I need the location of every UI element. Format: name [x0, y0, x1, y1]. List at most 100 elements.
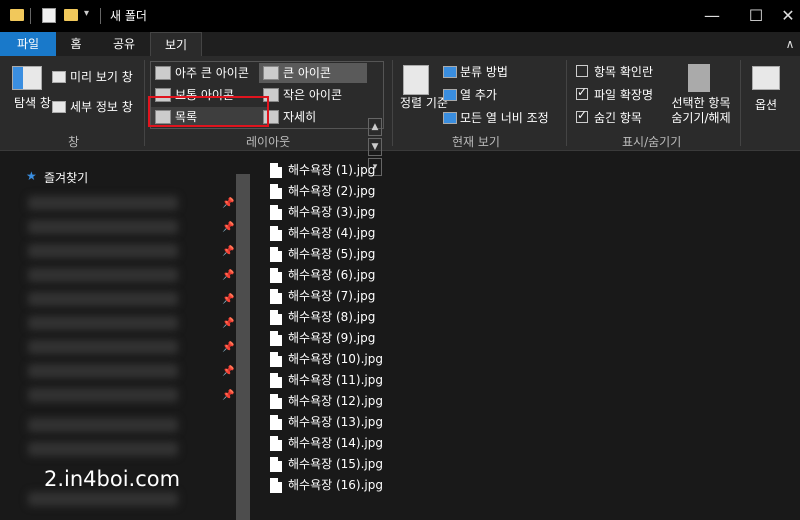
sort-by-button[interactable]: 정렬 기준	[400, 96, 448, 111]
tab-home[interactable]: 홈	[56, 32, 96, 56]
file-icon	[270, 226, 282, 241]
file-name: 해수욕장 (15).jpg	[288, 457, 383, 471]
list-item[interactable]: 해수욕장 (1).jpg	[270, 160, 375, 181]
list-item[interactable]	[28, 492, 178, 506]
list-item[interactable]: 해수욕장 (13).jpg	[270, 412, 383, 433]
list-item[interactable]	[28, 364, 178, 378]
size-columns-button[interactable]: 모든 열 너비 조정	[460, 109, 549, 126]
tab-view[interactable]: 보기	[150, 32, 202, 57]
layout-item-label: 아주 큰 아이콘	[175, 66, 249, 80]
list-item[interactable]: 해수욕장 (9).jpg	[270, 328, 375, 349]
list-item[interactable]	[28, 268, 178, 282]
list-item[interactable]	[28, 388, 178, 402]
minimize-button[interactable]: —	[700, 4, 724, 28]
file-name: 해수욕장 (10).jpg	[288, 352, 383, 366]
list-item[interactable]	[28, 442, 178, 456]
list-item[interactable]	[28, 196, 178, 210]
file-name: 해수욕장 (5).jpg	[288, 247, 376, 261]
file-extensions-checkbox[interactable]	[576, 85, 588, 100]
file-icon	[270, 205, 282, 220]
file-icon	[270, 163, 282, 178]
file-icon	[270, 268, 282, 283]
divider	[392, 60, 393, 146]
preview-pane-button[interactable]: 미리 보기 창	[70, 68, 133, 85]
add-columns-button[interactable]: 열 추가	[460, 86, 497, 103]
file-icon	[270, 394, 282, 409]
list-item[interactable]: 해수욕장 (2).jpg	[270, 181, 375, 202]
layout-details[interactable]: 자세히	[259, 107, 367, 127]
pin-icon[interactable]: 📌	[222, 342, 234, 354]
list-item[interactable]: 해수욕장 (16).jpg	[270, 475, 383, 496]
navigation-pane-button[interactable]: 탐색 창	[14, 96, 51, 111]
scroll-down-button[interactable]: ▼	[368, 138, 382, 156]
layout-small-icons[interactable]: 작은 아이콘	[259, 85, 367, 105]
list-item[interactable]: 해수욕장 (14).jpg	[270, 433, 383, 454]
tab-share[interactable]: 공유	[100, 32, 148, 56]
current-view-group-label: 현재 보기	[452, 135, 500, 149]
file-icon	[270, 184, 282, 199]
file-icon	[270, 436, 282, 451]
pane-group-label: 창	[68, 135, 80, 149]
folder-icon[interactable]	[10, 9, 24, 21]
list-item[interactable]: 해수욕장 (10).jpg	[270, 349, 383, 370]
pin-icon[interactable]: 📌	[222, 246, 234, 258]
details-pane-button[interactable]: 세부 정보 창	[70, 98, 133, 115]
close-button[interactable]: ✕	[776, 4, 800, 28]
new-folder-icon[interactable]	[64, 9, 78, 21]
list-item[interactable]: 해수욕장 (5).jpg	[270, 244, 375, 265]
hidden-items-checkbox[interactable]	[576, 108, 588, 123]
list-item[interactable]: 해수욕장 (11).jpg	[270, 370, 383, 391]
list-item[interactable]: 해수욕장 (3).jpg	[270, 202, 375, 223]
list-item[interactable]	[28, 418, 178, 432]
pin-icon[interactable]: 📌	[222, 318, 234, 330]
list-item[interactable]: 해수욕장 (8).jpg	[270, 307, 375, 328]
list-item[interactable]	[28, 220, 178, 234]
list-item[interactable]: 해수욕장 (6).jpg	[270, 265, 375, 286]
pin-icon[interactable]: 📌	[222, 390, 234, 402]
details-pane-icon	[52, 101, 66, 113]
collapse-ribbon-button[interactable]: ∧	[778, 32, 800, 56]
pin-icon[interactable]: 📌	[222, 270, 234, 282]
properties-icon[interactable]	[42, 8, 56, 23]
list-item[interactable]	[28, 316, 178, 330]
options-button[interactable]: 옵션	[753, 96, 779, 113]
list-item[interactable]	[28, 340, 178, 354]
scroll-up-button[interactable]: ▲	[368, 118, 382, 136]
list-item[interactable]	[28, 292, 178, 306]
file-extensions-label[interactable]: 파일 확장명	[594, 86, 653, 103]
list-item[interactable]: 해수욕장 (12).jpg	[270, 391, 383, 412]
navigation-pane-icon	[12, 66, 42, 90]
hidden-items-label[interactable]: 숨긴 항목	[594, 109, 642, 126]
item-checkboxes-label[interactable]: 항목 확인란	[594, 63, 653, 80]
pin-icon[interactable]: 📌	[222, 222, 234, 234]
tab-file[interactable]: 파일	[0, 32, 56, 56]
layout-item-label: 자세히	[283, 110, 317, 124]
pin-icon[interactable]: 📌	[222, 366, 234, 378]
file-icon	[270, 247, 282, 262]
ribbon: 탐색 창 미리 보기 창 세부 정보 창 창 아주 큰 아이콘 큰 아이콘 보통…	[0, 56, 800, 176]
pin-icon[interactable]: 📌	[222, 294, 234, 306]
show-hide-group-label: 표시/숨기기	[622, 135, 682, 149]
file-name: 해수욕장 (14).jpg	[288, 436, 383, 450]
nav-scrollbar[interactable]	[236, 174, 250, 520]
layout-large-icons[interactable]: 큰 아이콘	[259, 63, 367, 83]
list-item[interactable]: 해수욕장 (7).jpg	[270, 286, 375, 307]
group-by-button[interactable]: 분류 방법	[460, 63, 508, 80]
pin-icon[interactable]: 📌	[222, 198, 234, 210]
favorites-label[interactable]: 즐겨찾기	[44, 169, 88, 186]
scrollbar-thumb[interactable]	[236, 174, 250, 520]
list-item[interactable]: 해수욕장 (4).jpg	[270, 223, 375, 244]
file-icon	[270, 331, 282, 346]
list-item[interactable]: 해수욕장 (15).jpg	[270, 454, 383, 475]
maximize-button[interactable]: ☐	[744, 4, 768, 28]
highlight-list-layout	[148, 96, 269, 127]
hide-selected-icon	[688, 64, 710, 92]
divider	[100, 8, 101, 24]
list-item[interactable]	[28, 244, 178, 258]
hide-selected-button[interactable]: 선택한 항목 숨기기/해제	[666, 96, 736, 126]
file-name: 해수욕장 (12).jpg	[288, 394, 383, 408]
customize-quick-access-icon[interactable]: ▾	[84, 8, 89, 26]
divider	[30, 8, 31, 24]
item-checkboxes-checkbox[interactable]	[576, 65, 588, 77]
divider	[566, 60, 567, 146]
